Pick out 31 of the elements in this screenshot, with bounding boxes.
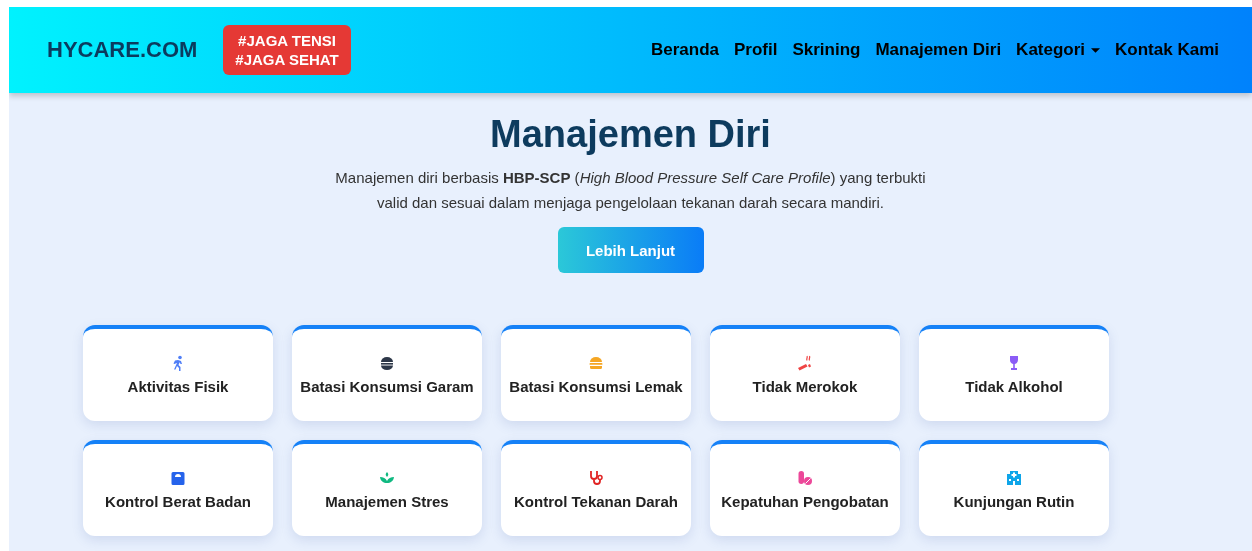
tagline-badge: #JAGA TENSI #JAGA SEHAT	[223, 25, 351, 75]
nav-link[interactable]: Kategori	[1016, 40, 1101, 60]
category-card[interactable]: Tidak Merokok	[710, 325, 900, 421]
description: Manajemen diri berbasis HBP-SCP (High Blood Pressure Self Care Profile) yang terbukti valid dan sesuai dalam menjaga pengelolaan tekanan darah secara mandiri.	[334, 168, 927, 213]
category-card[interactable]: Batasi Konsumsi Garam	[292, 325, 482, 421]
card-label: Kepatuhan Pengobatan	[721, 493, 889, 510]
nav-link[interactable]: Manajemen Diri	[875, 40, 1002, 60]
nav-link[interactable]: Beranda	[650, 40, 719, 60]
category-card[interactable]: Tidak Alkohol	[919, 325, 1109, 421]
category-card[interactable]: Kunjungan Rutin	[919, 440, 1109, 536]
category-card[interactable]: Batasi Konsumsi Lemak	[501, 325, 691, 421]
card-label: Aktivitas Fisik	[127, 378, 229, 395]
category-card[interactable]: Manajemen Stres	[292, 440, 482, 536]
caret-icon	[1091, 47, 1101, 53]
card-label: Tidak Merokok	[752, 378, 858, 395]
card-label: Batasi Konsumsi Garam	[300, 378, 474, 395]
nav-link[interactable]: Profil	[734, 40, 778, 60]
card-label: Tidak Alkohol	[965, 378, 1063, 395]
category-card[interactable]: Kontrol Berat Badan	[83, 440, 273, 536]
card-label: Kontrol Tekanan Darah	[514, 493, 678, 510]
page-title: Manajemen Diri	[490, 112, 771, 157]
category-card[interactable]: Aktivitas Fisik	[83, 325, 273, 421]
card-label: Batasi Konsumsi Lemak	[509, 378, 683, 395]
card-label: Manajemen Stres	[325, 493, 449, 510]
brand-logo[interactable]: HYCARE.COM	[47, 37, 198, 63]
category-card[interactable]: Kontrol Tekanan Darah	[501, 440, 691, 536]
category-card[interactable]: Kepatuhan Pengobatan	[710, 440, 900, 536]
nav-link[interactable]: Kontak Kami	[1115, 40, 1219, 60]
card-label: Kunjungan Rutin	[953, 493, 1075, 510]
nav-link[interactable]: Skrining	[792, 40, 861, 60]
card-label: Kontrol Berat Badan	[105, 493, 251, 510]
